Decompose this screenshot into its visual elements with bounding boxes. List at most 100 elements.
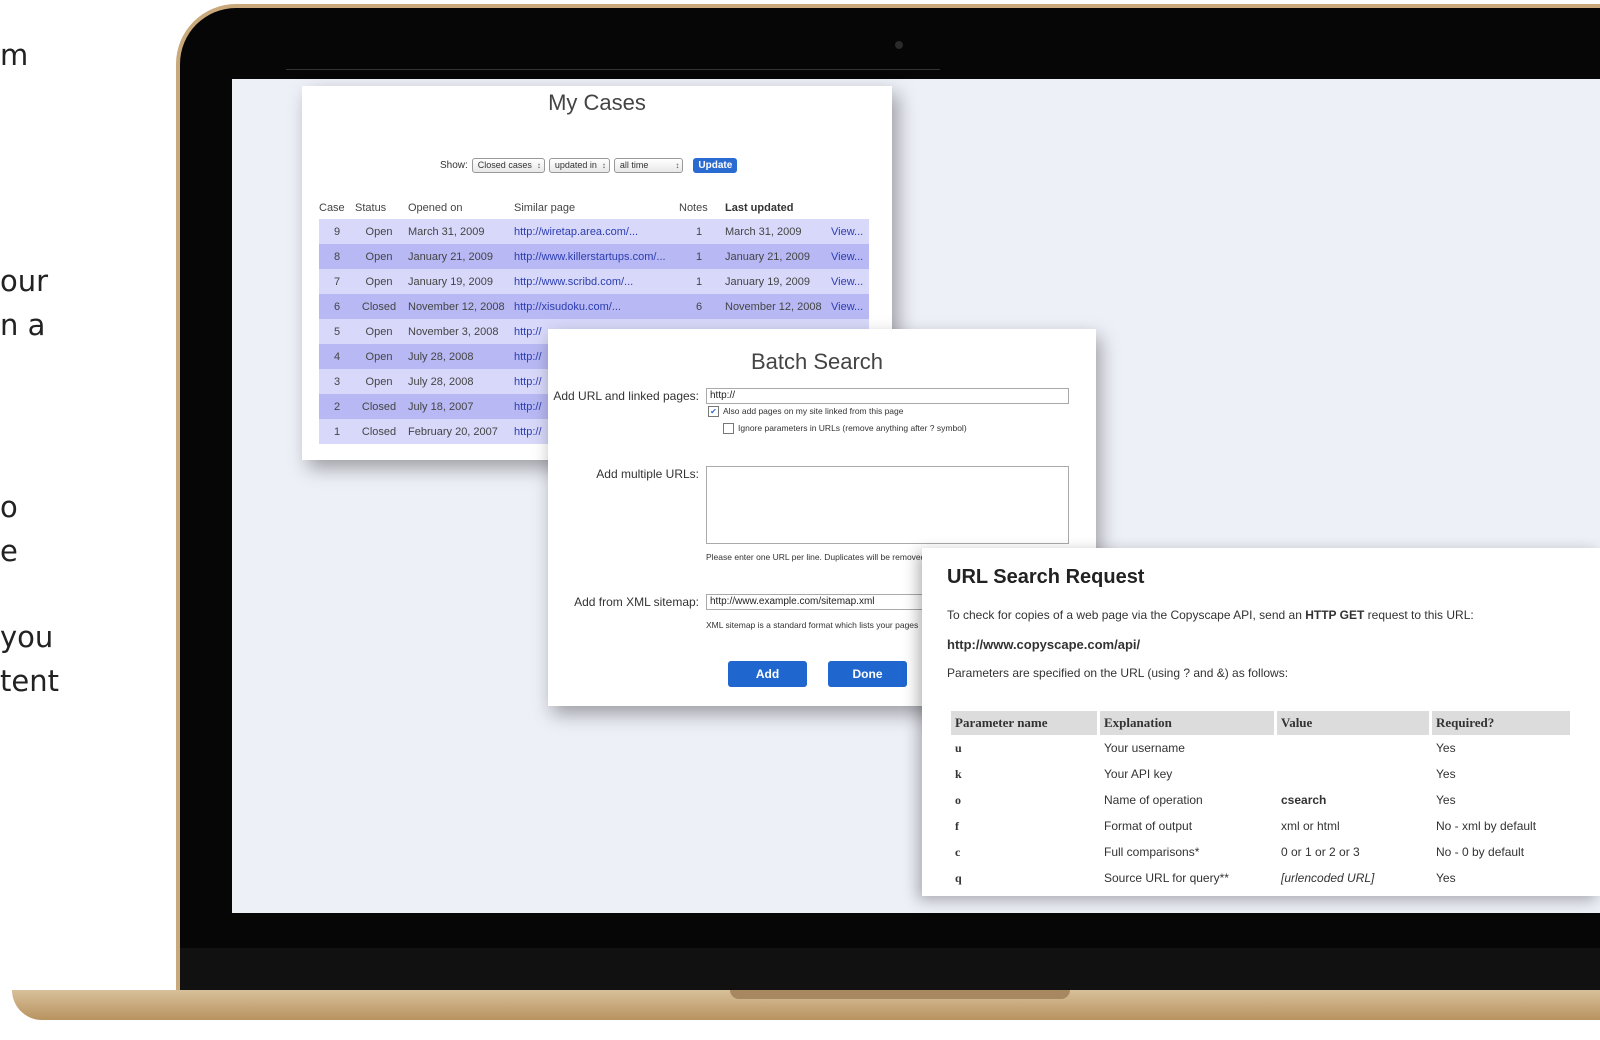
side-text-line: o — [0, 490, 18, 524]
param-value: xml or html — [1281, 819, 1340, 833]
col-explanation: Explanation — [1100, 711, 1274, 735]
case-opened: November 12, 2008 — [403, 294, 514, 319]
param-required: No - 0 by default — [1436, 845, 1525, 859]
param-name: q — [955, 870, 962, 885]
param-name: u — [955, 740, 962, 755]
param-explanation: Full comparisons* — [1104, 845, 1200, 859]
param-name: k — [955, 766, 962, 781]
api-endpoint: http://www.copyscape.com/api/ — [947, 637, 1141, 652]
status-select[interactable]: Closed cases — [471, 158, 545, 173]
cases-table-header: Case Status Opened on Similar page Notes… — [319, 197, 869, 219]
parameters-header: Parameter name Explanation Value Require… — [951, 711, 1570, 735]
param-explanation: Format of output — [1104, 819, 1193, 833]
case-updated: January 19, 2009 — [719, 269, 831, 294]
case-number: 4 — [319, 344, 355, 369]
case-number: 1 — [319, 419, 355, 444]
multiple-urls-textarea[interactable] — [706, 466, 1069, 544]
xml-sitemap-note: XML sitemap is a standard format which l… — [706, 620, 919, 630]
case-updated: March 31, 2009 — [719, 219, 831, 244]
param-explanation: Your username — [1104, 741, 1185, 755]
col-action — [831, 197, 869, 219]
case-status: Closed — [355, 394, 403, 419]
table-row: 9 Open March 31, 2009 http://wiretap.are… — [319, 219, 869, 244]
add-button[interactable]: Add — [728, 661, 807, 687]
case-opened: November 3, 2008 — [403, 319, 514, 344]
side-text-line: you — [0, 620, 54, 654]
date-type-select[interactable]: updated in — [548, 158, 610, 173]
done-button[interactable]: Done — [828, 661, 907, 687]
period-select[interactable]: all time — [613, 158, 684, 173]
param-required: Yes — [1436, 871, 1456, 885]
parameters-table: Parameter name Explanation Value Require… — [948, 711, 1573, 891]
case-number: 6 — [319, 294, 355, 319]
similar-page-link[interactable]: http://www.scribd.com/... — [514, 269, 679, 294]
url-search-title: URL Search Request — [947, 566, 1145, 588]
param-required: Yes — [1436, 741, 1456, 755]
similar-page-link[interactable]: http://wiretap.area.com/... — [514, 219, 679, 244]
view-link[interactable]: View... — [831, 269, 869, 294]
side-text-line: tent — [0, 664, 59, 698]
case-number: 8 — [319, 244, 355, 269]
case-status: Open — [355, 319, 403, 344]
col-parameter-name: Parameter name — [951, 711, 1097, 735]
show-label: Show: — [440, 160, 468, 171]
param-name: o — [955, 792, 961, 807]
side-text-line: m — [0, 38, 29, 72]
col-similar-page[interactable]: Similar page — [514, 197, 679, 219]
col-notes[interactable]: Notes — [679, 197, 719, 219]
multiple-urls-label: Add multiple URLs: — [596, 467, 699, 481]
batch-search-title: Batch Search — [750, 349, 884, 374]
table-row: 6 Closed November 12, 2008 http://xisudo… — [319, 294, 869, 319]
case-status: Open — [355, 344, 403, 369]
col-opened[interactable]: Opened on — [403, 197, 514, 219]
case-status: Closed — [355, 419, 403, 444]
table-row: c Full comparisons* 0 or 1 or 2 or 3 No … — [951, 839, 1570, 865]
case-opened: March 31, 2009 — [403, 219, 514, 244]
table-row: 7 Open January 19, 2009 http://www.scrib… — [319, 269, 869, 294]
table-row: q Source URL for query** [urlencoded URL… — [951, 865, 1570, 891]
side-text-line: n a — [0, 308, 46, 342]
ignore-params-checkbox[interactable] — [723, 423, 734, 435]
case-number: 5 — [319, 319, 355, 344]
case-updated: January 21, 2009 — [719, 244, 831, 269]
intro-method: HTTP GET — [1305, 608, 1365, 622]
update-button[interactable]: Update — [693, 158, 738, 173]
cases-filter-bar: Show: Closed cases updated in all time U… — [440, 158, 738, 173]
view-link[interactable]: View... — [831, 219, 869, 244]
param-value: [urlencoded URL] — [1281, 871, 1375, 885]
add-url-input[interactable]: http:// — [706, 388, 1069, 404]
similar-page-link[interactable]: http://www.killerstartups.com/... — [514, 244, 679, 269]
case-status: Open — [355, 244, 403, 269]
side-text-line: our — [0, 264, 49, 298]
param-explanation: Your API key — [1104, 767, 1173, 781]
my-cases-title: My Cases — [548, 90, 646, 115]
col-value: Value — [1277, 711, 1429, 735]
case-number: 9 — [319, 219, 355, 244]
table-row: k Your API key Yes — [951, 761, 1570, 787]
param-required: Yes — [1436, 767, 1456, 781]
laptop-chin — [180, 948, 1600, 990]
similar-page-link[interactable]: http://xisudoku.com/... — [514, 294, 679, 319]
also-add-checkbox[interactable]: ✔ — [708, 406, 719, 418]
view-link[interactable]: View... — [831, 294, 869, 319]
case-number: 3 — [319, 369, 355, 394]
col-status[interactable]: Status — [355, 197, 403, 219]
param-value: 0 or 1 or 2 or 3 — [1281, 845, 1360, 859]
intro-text-end: request to this URL: — [1364, 608, 1474, 622]
case-notes: 1 — [679, 219, 719, 244]
ignore-params-label: Ignore parameters in URLs (remove anythi… — [738, 423, 967, 433]
param-name: c — [955, 844, 961, 859]
view-link[interactable]: View... — [831, 244, 869, 269]
case-opened: July 28, 2008 — [403, 369, 514, 394]
case-opened: January 21, 2009 — [403, 244, 514, 269]
col-case[interactable]: Case — [319, 197, 355, 219]
param-explanation: Name of operation — [1104, 793, 1203, 807]
param-required: No - xml by default — [1436, 819, 1537, 833]
col-last-updated[interactable]: Last updated — [719, 197, 831, 219]
intro-text: To check for copies of a web page via th… — [947, 608, 1306, 622]
case-opened: July 18, 2007 — [403, 394, 514, 419]
also-add-option[interactable]: ✔ Also add pages on my site linked from t… — [708, 406, 904, 418]
table-row: u Your username Yes — [951, 735, 1570, 761]
ignore-params-option[interactable]: Ignore parameters in URLs (remove anythi… — [723, 423, 967, 435]
case-number: 2 — [319, 394, 355, 419]
